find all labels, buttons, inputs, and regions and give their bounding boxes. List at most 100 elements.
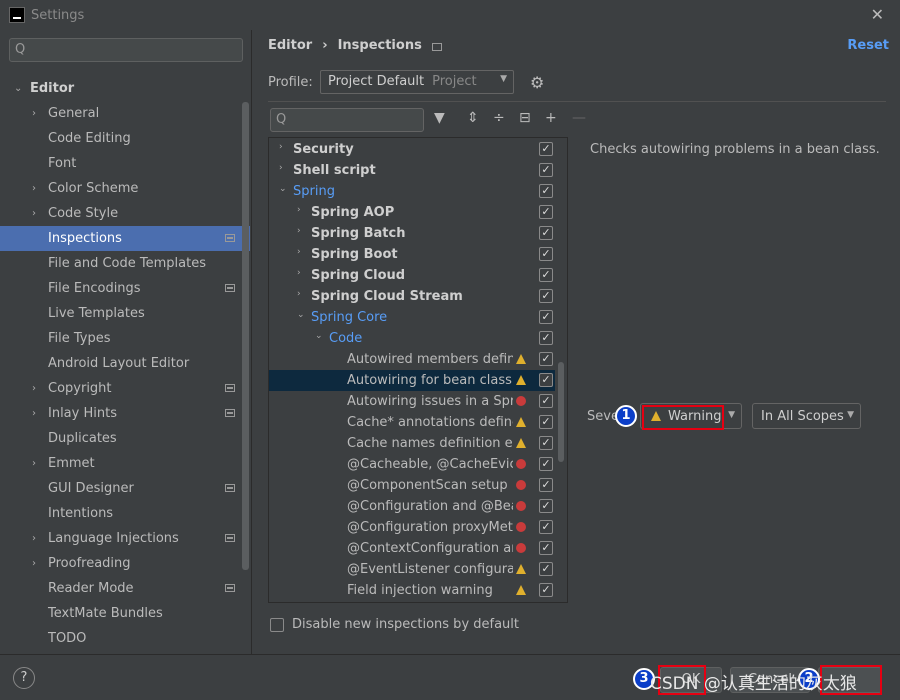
chevron-right-icon[interactable]: › xyxy=(32,408,36,419)
chevron-right-icon[interactable]: › xyxy=(297,247,301,257)
inspection-filter-input[interactable]: Q xyxy=(270,108,424,132)
sidebar-item-reader-mode[interactable]: Reader Mode xyxy=(0,576,250,601)
sidebar-item-live-templates[interactable]: Live Templates xyxy=(0,301,250,326)
sidebar-item-language-injections[interactable]: › Language Injections xyxy=(0,526,250,551)
inspection-row[interactable]: › Security ✓ xyxy=(269,139,555,160)
sidebar-scrollbar[interactable] xyxy=(242,102,249,570)
inspection-checkbox[interactable]: ✓ xyxy=(539,268,553,282)
sidebar-item-inspections[interactable]: Inspections xyxy=(0,226,250,251)
chevron-right-icon[interactable]: › xyxy=(32,183,36,194)
expand-all-icon[interactable]: ⇕ xyxy=(467,110,479,126)
inspection-row[interactable]: @Configuration proxyMetho ✓ xyxy=(269,517,555,538)
sidebar-item-file-encodings[interactable]: File Encodings xyxy=(0,276,250,301)
reset-to-default-icon[interactable]: ⊟ xyxy=(519,110,531,126)
sidebar-item-android-layout-editor[interactable]: Android Layout Editor xyxy=(0,351,250,376)
inspection-row[interactable]: Autowiring issues in a Spring ✓ xyxy=(269,391,555,412)
inspection-row[interactable]: › Spring AOP ✓ xyxy=(269,202,555,223)
chevron-down-icon[interactable]: ⌄ xyxy=(315,331,323,341)
inspection-checkbox[interactable]: ✓ xyxy=(539,205,553,219)
settings-search-input[interactable]: Q xyxy=(9,38,243,62)
chevron-right-icon[interactable]: › xyxy=(32,108,36,119)
inspection-checkbox[interactable]: ✓ xyxy=(539,289,553,303)
chevron-down-icon[interactable]: ⌄ xyxy=(297,310,305,320)
inspection-checkbox[interactable]: ✓ xyxy=(539,373,553,387)
chevron-right-icon[interactable]: › xyxy=(297,268,301,278)
inspection-checkbox[interactable]: ✓ xyxy=(539,520,553,534)
chevron-right-icon[interactable]: › xyxy=(32,533,36,544)
inspection-row[interactable]: Field injection warning ✓ xyxy=(269,580,555,601)
sidebar-item-intentions[interactable]: Intentions xyxy=(0,501,250,526)
inspection-row[interactable]: Autowired members defined ✓ xyxy=(269,349,555,370)
inspection-checkbox[interactable]: ✓ xyxy=(539,310,553,324)
inspection-scrollbar[interactable] xyxy=(558,362,564,462)
filter-icon[interactable]: ▼ xyxy=(434,110,445,126)
chevron-right-icon[interactable]: › xyxy=(297,289,301,299)
chevron-down-icon[interactable]: ⌄ xyxy=(279,184,287,194)
chevron-right-icon[interactable]: › xyxy=(297,205,301,215)
scope-dropdown[interactable]: In All Scopes ▼ xyxy=(752,403,861,429)
chevron-right-icon[interactable]: › xyxy=(32,208,36,219)
sidebar-item-editor[interactable]: ⌄ Editor xyxy=(0,76,250,101)
sidebar-item-code-editing[interactable]: Code Editing xyxy=(0,126,250,151)
inspection-row[interactable]: @ComponentScan setup ✓ xyxy=(269,475,555,496)
inspection-row[interactable]: Autowiring for bean class ✓ xyxy=(269,370,555,391)
inspection-checkbox[interactable]: ✓ xyxy=(539,163,553,177)
collapse-all-icon[interactable]: ÷ xyxy=(493,110,505,126)
sidebar-item-inlay-hints[interactable]: › Inlay Hints xyxy=(0,401,250,426)
gear-icon[interactable]: ⚙ xyxy=(530,73,544,92)
sidebar-item-general[interactable]: › General xyxy=(0,101,250,126)
inspection-row[interactable]: @EventListener configuratio ✓ xyxy=(269,559,555,580)
reset-link[interactable]: Reset xyxy=(847,38,889,53)
inspection-row[interactable]: @Configuration and @Bean ✓ xyxy=(269,496,555,517)
inspection-row[interactable]: ⌄ Spring Core ✓ xyxy=(269,307,555,328)
inspection-checkbox[interactable]: ✓ xyxy=(539,247,553,261)
inspection-row[interactable]: › Spring Cloud ✓ xyxy=(269,265,555,286)
inspection-checkbox[interactable]: ✓ xyxy=(539,415,553,429)
sidebar-item-code-style[interactable]: › Code Style xyxy=(0,201,250,226)
inspection-row[interactable]: ⌄ Spring ✓ xyxy=(269,181,555,202)
inspection-checkbox[interactable]: ✓ xyxy=(539,541,553,555)
inspection-row[interactable]: › Spring Cloud Stream ✓ xyxy=(269,286,555,307)
sidebar-item-font[interactable]: Font xyxy=(0,151,250,176)
sidebar-item-emmet[interactable]: › Emmet xyxy=(0,451,250,476)
inspection-checkbox[interactable]: ✓ xyxy=(539,331,553,345)
inspection-row[interactable]: › Spring Batch ✓ xyxy=(269,223,555,244)
inspection-checkbox[interactable]: ✓ xyxy=(539,352,553,366)
inspection-checkbox[interactable]: ✓ xyxy=(539,478,553,492)
sidebar-item-todo[interactable]: TODO xyxy=(0,626,250,651)
inspection-checkbox[interactable]: ✓ xyxy=(539,184,553,198)
inspection-checkbox[interactable]: ✓ xyxy=(539,499,553,513)
inspection-checkbox[interactable]: ✓ xyxy=(539,457,553,471)
disable-new-option[interactable]: Disable new inspections by default xyxy=(270,617,519,632)
inspection-row[interactable]: Cache* annotations defined ✓ xyxy=(269,412,555,433)
inspection-row[interactable]: › Spring Boot ✓ xyxy=(269,244,555,265)
close-icon[interactable]: ✕ xyxy=(871,5,884,24)
help-button[interactable]: ? xyxy=(13,667,35,689)
inspection-checkbox[interactable]: ✓ xyxy=(539,226,553,240)
chevron-down-icon[interactable]: ⌄ xyxy=(14,83,22,94)
inspection-row[interactable]: › Shell script ✓ xyxy=(269,160,555,181)
inspection-checkbox[interactable]: ✓ xyxy=(539,436,553,450)
sidebar-item-file-types[interactable]: File Types xyxy=(0,326,250,351)
sidebar-item-gui-designer[interactable]: GUI Designer xyxy=(0,476,250,501)
inspection-checkbox[interactable]: ✓ xyxy=(539,562,553,576)
inspection-row[interactable]: ⌄ Code ✓ xyxy=(269,328,555,349)
sidebar-item-copyright[interactable]: › Copyright xyxy=(0,376,250,401)
profile-dropdown[interactable]: Project Default Project ▼ xyxy=(320,70,514,94)
sidebar-item-color-scheme[interactable]: › Color Scheme xyxy=(0,176,250,201)
chevron-right-icon[interactable]: › xyxy=(297,226,301,236)
inspection-checkbox[interactable]: ✓ xyxy=(539,394,553,408)
inspection-row[interactable]: @ContextConfiguration and ✓ xyxy=(269,538,555,559)
sidebar-item-duplicates[interactable]: Duplicates xyxy=(0,426,250,451)
remove-icon[interactable]: — xyxy=(572,110,586,126)
sidebar-item-proofreading[interactable]: › Proofreading xyxy=(0,551,250,576)
inspection-row[interactable]: @Cacheable, @CacheEvict, @ ✓ xyxy=(269,454,555,475)
inspection-row[interactable]: Cache names definition erro ✓ xyxy=(269,433,555,454)
chevron-right-icon[interactable]: › xyxy=(32,383,36,394)
add-icon[interactable]: + xyxy=(545,110,557,126)
breadcrumb-editor[interactable]: Editor xyxy=(268,38,312,53)
inspection-checkbox[interactable]: ✓ xyxy=(539,142,553,156)
sidebar-item-textmate-bundles[interactable]: TextMate Bundles xyxy=(0,601,250,626)
chevron-right-icon[interactable]: › xyxy=(279,142,283,152)
chevron-right-icon[interactable]: › xyxy=(32,558,36,569)
